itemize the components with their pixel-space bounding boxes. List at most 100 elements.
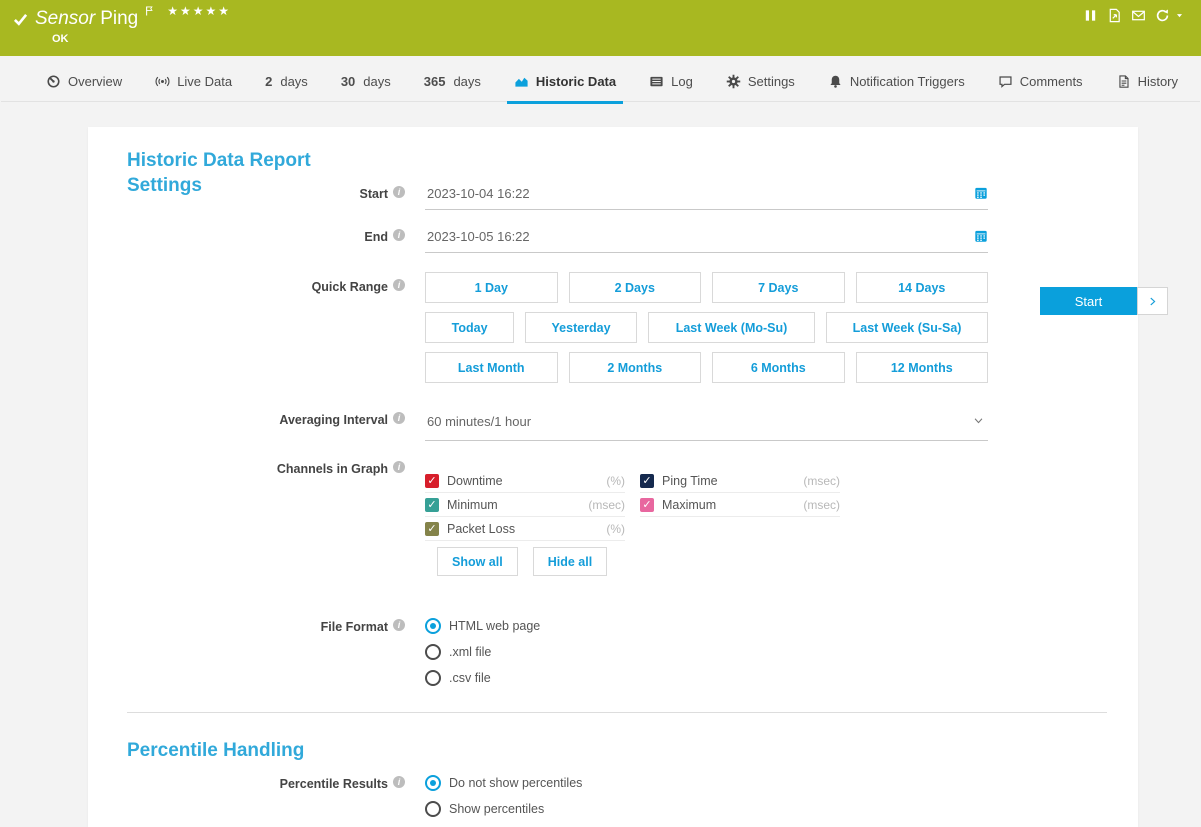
info-icon[interactable]: i [393,186,405,198]
info-icon[interactable]: i [393,776,405,788]
tab-overview[interactable]: Overview [46,62,122,102]
tab-number: 2 [265,74,272,89]
file-format-option-html-web-page[interactable]: HTML web page [425,618,988,634]
tab-label: days [280,74,307,89]
gear-icon [726,74,741,89]
info-icon[interactable]: i [393,229,405,241]
channel-checkbox[interactable]: ✓ [425,498,439,512]
tab-2-days[interactable]: 2 days [265,62,308,102]
info-icon[interactable]: i [393,279,405,291]
tab-365-days[interactable]: 365days [424,62,481,102]
channel-name: Packet Loss [447,522,515,536]
caret-down-icon[interactable] [1175,11,1184,20]
calendar-icon[interactable] [974,186,988,200]
channel-name: Downtime [447,474,503,488]
percentile-option-show-percentiles[interactable]: Show percentiles [425,801,988,817]
tab-historic-data[interactable]: Historic Data [514,62,616,102]
tab-comments[interactable]: Comments [998,62,1083,102]
2-months-button[interactable]: 2 Months [569,352,702,383]
yesterday-button[interactable]: Yesterday [525,312,637,343]
header-quick-actions [1083,8,1184,23]
tab-log[interactable]: Log [649,62,693,102]
last-week-mo-su-button[interactable]: Last Week (Mo-Su) [648,312,815,343]
calendar-icon[interactable] [974,229,988,243]
file-format-option-xml-file[interactable]: .xml file [425,644,988,660]
tab-notification-triggers[interactable]: Notification Triggers [828,62,965,102]
document-arrow-icon[interactable] [1107,8,1122,23]
flag-icon[interactable] [144,5,156,17]
tab-live-data[interactable]: Live Data [155,62,232,102]
averaging-interval-select[interactable]: 60 minutes/1 hour [425,411,988,441]
tab-label: days [453,74,480,89]
status-check-icon [13,12,28,27]
channel-name: Maximum [662,498,716,512]
tab-number: 30 [341,74,355,89]
chevron-right-icon [1147,296,1158,307]
log-icon [649,74,664,89]
info-icon[interactable]: i [393,619,405,631]
channel-checkbox[interactable]: ✓ [425,522,439,536]
tab-label: Overview [68,74,122,89]
start-date-input[interactable]: 2023-10-04 16:22 [425,185,988,210]
tab-history[interactable]: History [1116,62,1178,102]
refresh-icon[interactable] [1155,8,1170,23]
radio-button[interactable] [425,670,441,686]
averaging-interval-label: Averaging Interval [279,413,388,427]
today-button[interactable]: Today [425,312,514,343]
start-more-button[interactable] [1137,287,1168,315]
14-days-button[interactable]: 14 Days [856,272,989,303]
priority-stars[interactable]: ★★★★★ [167,4,231,18]
channel-minimum: ✓ Minimum (msec) [425,493,625,517]
tab-label: days [363,74,390,89]
channel-unit: (msec) [588,498,625,512]
sensor-header: SensorPing ★★★★★ OK [0,0,1201,56]
pause-icon[interactable] [1083,8,1098,23]
file-format-options: HTML web page .xml file .csv file [425,618,988,686]
percentile-option-do-not-show-percentiles[interactable]: Do not show percentiles [425,775,988,791]
file-format-option-csv-file[interactable]: .csv file [425,670,988,686]
last-week-su-sa-button[interactable]: Last Week (Su-Sa) [826,312,988,343]
show-all-button[interactable]: Show all [437,547,518,576]
channel-checkbox[interactable]: ✓ [640,498,654,512]
channel-packet-loss: ✓Packet Loss(%) [425,517,625,541]
channel-ping-time: ✓Ping Time(msec) [640,469,840,493]
sensor-type-label: Sensor [35,8,95,29]
hide-all-button[interactable]: Hide all [533,547,607,576]
averaging-interval-value: 60 minutes/1 hour [427,414,531,429]
percentile-options: Do not show percentiles Show percentiles [425,775,988,817]
bell-icon [828,74,843,89]
radio-button[interactable] [425,775,441,791]
info-icon[interactable]: i [393,461,405,473]
channel-downtime: ✓Downtime(%) [425,469,625,493]
start-report-button[interactable]: Start [1040,287,1137,315]
radio-label: .csv file [449,671,491,685]
end-date-input[interactable]: 2023-10-05 16:22 [425,228,988,253]
channel-checkbox[interactable]: ✓ [425,474,439,488]
radio-button[interactable] [425,618,441,634]
tab-label: Historic Data [536,74,616,89]
7-days-button[interactable]: 7 Days [712,272,845,303]
last-month-button[interactable]: Last Month [425,352,558,383]
gauge-icon [46,74,61,89]
quick-range-label: Quick Range [312,280,388,294]
tab-bar: OverviewLive Data2days30days365daysHisto… [1,62,1200,102]
1-day-button[interactable]: 1 Day [425,272,558,303]
channel-checkbox[interactable]: ✓ [640,474,654,488]
2-days-button[interactable]: 2 Days [569,272,702,303]
tab-30-days[interactable]: 30 days [341,62,391,102]
6-months-button[interactable]: 6 Months [712,352,845,383]
percentile-handling-title: Percentile Handling [127,738,527,763]
channels-in-graph-label: Channels in Graph [277,462,388,476]
end-field-label: End [364,230,388,244]
channel-name: Minimum [447,498,498,512]
broadcast-icon [155,74,170,89]
radio-button[interactable] [425,644,441,660]
email-icon[interactable] [1131,8,1146,23]
tab-settings[interactable]: Settings [726,62,795,102]
tab-label: Comments [1020,74,1083,89]
status-badge: OK [52,33,69,45]
12-months-button[interactable]: 12 Months [856,352,989,383]
section-divider [127,712,1107,713]
radio-button[interactable] [425,801,441,817]
info-icon[interactable]: i [393,412,405,424]
